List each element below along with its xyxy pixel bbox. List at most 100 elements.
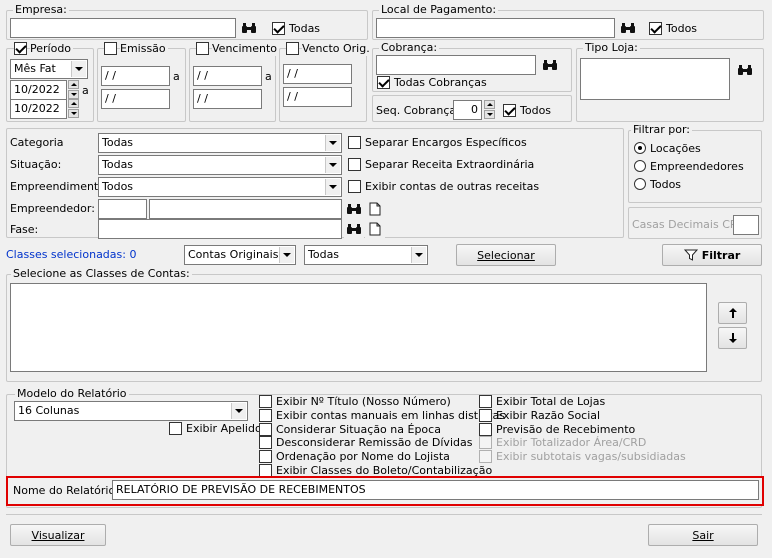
vencimento-de-input[interactable]: / / (193, 66, 262, 86)
exibir-apelido-checkbox[interactable] (169, 422, 182, 435)
vencimento-label: Vencimento (212, 42, 280, 56)
local-pagamento-todos-checkbox[interactable] (649, 22, 662, 35)
exibir-razao-social-checkbox[interactable] (479, 409, 492, 422)
seq-todos-checkbox[interactable] (503, 104, 516, 117)
exibir-total-lojas-checkbox[interactable] (479, 395, 492, 408)
exibir-totalizador-checkbox[interactable] (479, 436, 492, 449)
casas-decimais-input[interactable] (733, 215, 759, 235)
seq-cobranca-spinner[interactable] (484, 100, 495, 119)
periodo-inicio-input[interactable]: 10/2022 (10, 80, 67, 100)
contas-originais-value: Contas Originais (188, 248, 279, 261)
empresa-todas-checkbox[interactable] (272, 22, 285, 35)
exibir-nosso-numero-checkbox[interactable] (259, 395, 272, 408)
local-pagamento-input[interactable] (376, 18, 615, 38)
previsao-recebimento-checkbox[interactable] (479, 423, 492, 436)
opcao-col1-2-label: Considerar Situação na Época (276, 423, 441, 436)
classes-todas-select[interactable]: Todas (304, 245, 428, 265)
filtrar-button-label: Filtrar (701, 248, 741, 262)
fase-input[interactable] (98, 219, 342, 239)
empreendedor-binoculars-icon[interactable] (344, 199, 364, 219)
opcao-col1-0-label: Exibir Nº Título (Nosso Número) (276, 395, 451, 408)
contas-originais-select[interactable]: Contas Originais (184, 245, 296, 265)
cobranca-binoculars-icon[interactable] (540, 55, 560, 75)
filtrar-todos-radio[interactable] (634, 178, 646, 190)
empreendimento-select[interactable]: Todos (98, 177, 342, 197)
seq-cobranca-label: Seq. Cobrança: (376, 104, 460, 117)
selecionar-button[interactable]: Selecionar (456, 244, 556, 266)
visualizar-button[interactable]: Visualizar (10, 524, 106, 546)
periodo-tipo-select[interactable]: Mês Fat (10, 59, 88, 79)
move-up-button[interactable] (718, 302, 747, 324)
local-pagamento-todos-label: Todos (666, 22, 698, 35)
periodo-fim-input[interactable]: 10/2022 (10, 99, 67, 119)
emissao-ate-input[interactable]: / / (101, 89, 170, 109)
classes-list[interactable] (10, 283, 707, 372)
chevron-down-icon (279, 247, 294, 263)
fase-label: Fase: (10, 223, 39, 236)
opcao-col1-1-label: Exibir contas manuais em linhas distinta… (276, 409, 505, 422)
fase-document-icon[interactable] (365, 219, 385, 239)
periodo-checkbox[interactable] (14, 42, 27, 55)
categoria-value: Todas (102, 136, 134, 149)
tipo-loja-label: Tipo Loja: (583, 41, 640, 55)
selecionar-button-label: Selecionar (477, 248, 535, 262)
vencto-orig-ate-input[interactable]: / / (283, 87, 352, 107)
opcao-col2-4-label: Exibir subtotais vagas/subsidiadas (496, 450, 686, 463)
nome-relatorio-input[interactable]: RELATÓRIO DE PREVISÃO DE RECEBIMENTOS (112, 480, 759, 500)
opcao-col1-4-label: Ordenação por Nome do Lojista (276, 450, 450, 463)
separar-encargos-label: Separar Encargos Específicos (365, 136, 527, 149)
situacao-select[interactable]: Todas (98, 155, 342, 175)
classes-list-label: Selecione as Classes de Contas: (11, 267, 192, 281)
bottom-divider (6, 514, 762, 515)
fase-binoculars-icon[interactable] (344, 219, 364, 239)
categoria-label: Categoria (10, 136, 64, 149)
vencimento-checkbox[interactable] (196, 42, 209, 55)
chevron-down-icon (231, 403, 246, 419)
empreendedor-document-icon[interactable] (365, 199, 385, 219)
empresa-search-binoculars-icon[interactable] (239, 18, 259, 38)
casas-decimais-label: Casas Decimais CRD (632, 218, 746, 231)
desconsiderar-remissao-checkbox[interactable] (259, 436, 272, 449)
exibir-subtotais-checkbox[interactable] (479, 450, 492, 463)
periodo-fim-spinner[interactable] (68, 99, 79, 118)
separar-encargos-checkbox[interactable] (348, 136, 361, 149)
filtrar-button[interactable]: Filtrar (662, 244, 762, 266)
exibir-contas-manuais-checkbox[interactable] (259, 409, 272, 422)
filtrar-empreendedores-radio[interactable] (634, 160, 646, 172)
tipo-loja-binoculars-icon[interactable] (735, 60, 755, 80)
modelo-select[interactable]: 16 Colunas (14, 401, 248, 421)
cobranca-input[interactable] (376, 55, 536, 75)
filtrar-locacoes-radio[interactable] (634, 142, 646, 154)
filtrar-option-1-label: Empreendedores (650, 160, 744, 173)
periodo-tipo-value: Mês Fat (14, 62, 56, 75)
tipo-loja-list[interactable] (580, 58, 730, 100)
vencimento-ate-input[interactable]: / / (193, 89, 262, 109)
periodo-inicio-spinner[interactable] (68, 80, 79, 99)
vencto-orig-checkbox[interactable] (286, 42, 299, 55)
funnel-icon (683, 249, 698, 261)
categoria-select[interactable]: Todas (98, 133, 342, 153)
emissao-label: Emissão (120, 42, 168, 56)
situacao-label: Situação: (10, 158, 62, 171)
cobranca-todas-checkbox[interactable] (377, 76, 390, 89)
seq-cobranca-input[interactable]: 0 (453, 100, 482, 120)
empresa-input[interactable] (10, 18, 236, 38)
vencto-orig-de-input[interactable]: / / (283, 64, 352, 84)
empreendedor-label: Empreendedor: (10, 202, 95, 215)
local-pagamento-binoculars-icon[interactable] (618, 18, 638, 38)
classes-selecionadas-label: Classes selecionadas: 0 (6, 248, 137, 261)
sair-button[interactable]: Sair (648, 524, 758, 546)
nome-relatorio-label: Nome do Relatório: (13, 484, 119, 497)
emissao-de-input[interactable]: / / (101, 66, 170, 86)
emissao-checkbox[interactable] (104, 42, 117, 55)
chevron-down-icon (71, 61, 86, 77)
filtrar-por-label: Filtrar por: (631, 123, 692, 137)
considerar-situacao-checkbox[interactable] (259, 423, 272, 436)
separar-receita-checkbox[interactable] (348, 158, 361, 171)
exibir-contas-checkbox[interactable] (348, 180, 361, 193)
ordenacao-nome-checkbox[interactable] (259, 450, 272, 463)
empreendedor-name-input[interactable] (149, 199, 342, 219)
move-down-button[interactable] (718, 327, 747, 349)
situacao-value: Todas (102, 158, 134, 171)
empreendedor-code-input[interactable] (98, 199, 147, 219)
